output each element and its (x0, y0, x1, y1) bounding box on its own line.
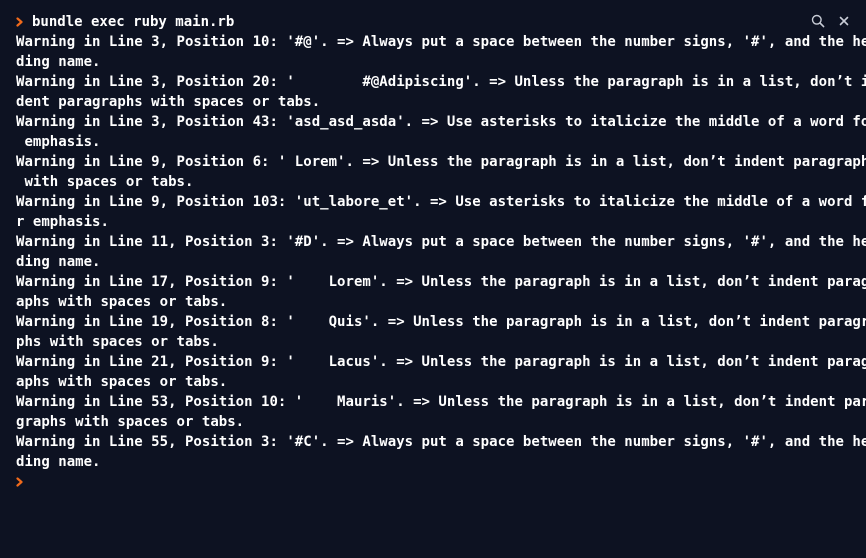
output-line: ding name. (16, 454, 101, 470)
output-line: Warning in Line 53, Position 10: ' Mauri… (16, 394, 866, 410)
output-line: Warning in Line 19, Position 8: ' Quis'.… (16, 314, 866, 330)
output-line: graphs with spaces or tabs. (16, 414, 245, 430)
output-line: dent paragraphs with spaces or tabs. (16, 94, 321, 110)
output-line: ding name. (16, 54, 101, 70)
output-lines: Warning in Line 3, Position 10: '#@'. =>… (16, 32, 866, 472)
terminal-window[interactable]: bundle exec ruby main.rb Warning in Line… (0, 0, 866, 558)
output-line: aphs with spaces or tabs. (16, 294, 228, 310)
output-line: Warning in Line 11, Position 3: '#D'. =>… (16, 234, 866, 250)
output-line: Warning in Line 3, Position 10: '#@'. =>… (16, 34, 866, 50)
output-line: Warning in Line 3, Position 20: ' #@Adip… (16, 74, 866, 90)
close-icon (839, 16, 849, 26)
output-line: ding name. (16, 254, 101, 270)
output-line: r emphasis. (16, 214, 109, 230)
prompt-chevron-icon (16, 477, 28, 487)
terminal-output: bundle exec ruby main.rb Warning in Line… (16, 12, 866, 492)
output-line: Warning in Line 55, Position 3: '#C'. =>… (16, 434, 866, 450)
output-line: phs with spaces or tabs. (16, 334, 219, 350)
prompt-chevron-icon (16, 17, 28, 27)
close-button[interactable] (836, 13, 852, 29)
prompt-input-line[interactable] (16, 472, 836, 492)
command-line: bundle exec ruby main.rb (16, 12, 836, 32)
command-text: bundle exec ruby main.rb (32, 14, 235, 30)
output-line: Warning in Line 9, Position 6: ' Lorem'.… (16, 154, 866, 170)
output-line: Warning in Line 17, Position 9: ' Lorem'… (16, 274, 866, 290)
output-line: with spaces or tabs. (16, 174, 194, 190)
output-line: Warning in Line 9, Position 103: 'ut_lab… (16, 194, 866, 210)
output-line: emphasis. (16, 134, 101, 150)
output-line: Warning in Line 3, Position 43: 'asd_asd… (16, 114, 866, 130)
output-line: Warning in Line 21, Position 9: ' Lacus'… (16, 354, 866, 370)
output-line: aphs with spaces or tabs. (16, 374, 228, 390)
